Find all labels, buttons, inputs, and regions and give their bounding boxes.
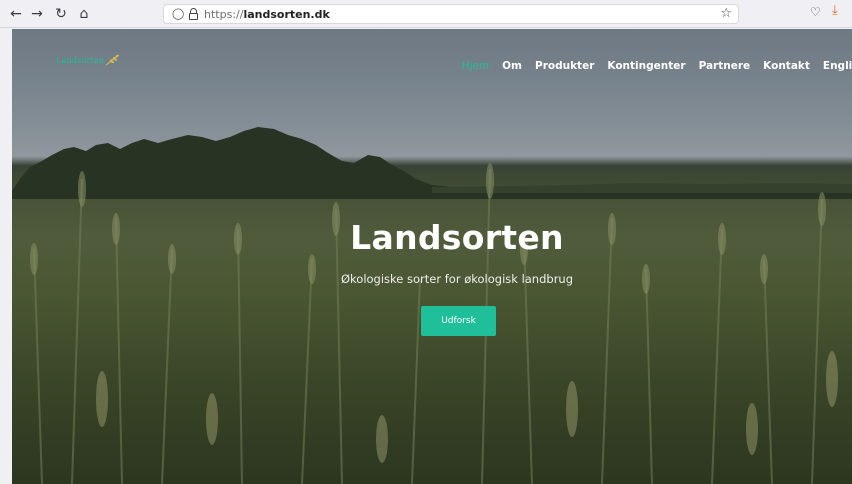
forward-arrow-icon[interactable]: → (27, 4, 47, 24)
hero-section: Landsorten Hjem Om Produkter Kontingente… (12, 29, 852, 484)
hero-subtitle: Økologiske sorter for økologisk landbrug (340, 272, 574, 286)
logo-text: Landsorten (56, 55, 105, 65)
site-logo[interactable]: Landsorten (56, 54, 121, 66)
main-navigation: Hjem Om Produkter Kontingenter Partnere … (449, 60, 852, 72)
nav-item-hjem[interactable]: Hjem (462, 60, 490, 72)
explore-button[interactable]: Udforsk (421, 306, 496, 336)
back-arrow-icon[interactable]: ← (6, 4, 26, 24)
download-icon[interactable]: ⤓ (832, 3, 838, 18)
nav-item-kontingenter[interactable]: Kontingenter (607, 60, 685, 72)
pocket-icon[interactable]: ♡ (810, 5, 821, 19)
hero-title: Landsorten (350, 218, 564, 257)
wheat-icon (105, 54, 120, 66)
address-bar[interactable]: ◯ https://landsorten.dk ☆ (163, 4, 739, 24)
lock-icon[interactable] (189, 8, 198, 20)
nav-item-partnere[interactable]: Partnere (699, 60, 751, 72)
nav-item-kontakt[interactable]: Kontakt (763, 60, 810, 72)
bookmark-star-icon[interactable]: ☆ (720, 6, 732, 21)
nav-item-produkter[interactable]: Produkter (535, 60, 594, 72)
home-icon[interactable]: ⌂ (74, 4, 94, 24)
reload-icon[interactable]: ↻ (51, 4, 71, 24)
browser-toolbar: ← → ↻ ⌂ ◯ https://landsorten.dk ☆ ♡ ⤓ (0, 0, 852, 28)
nav-item-english[interactable]: English (823, 60, 852, 72)
shield-icon[interactable]: ◯ (172, 7, 184, 20)
nav-item-om[interactable]: Om (502, 60, 522, 72)
url-text[interactable]: https://landsorten.dk (204, 8, 330, 21)
